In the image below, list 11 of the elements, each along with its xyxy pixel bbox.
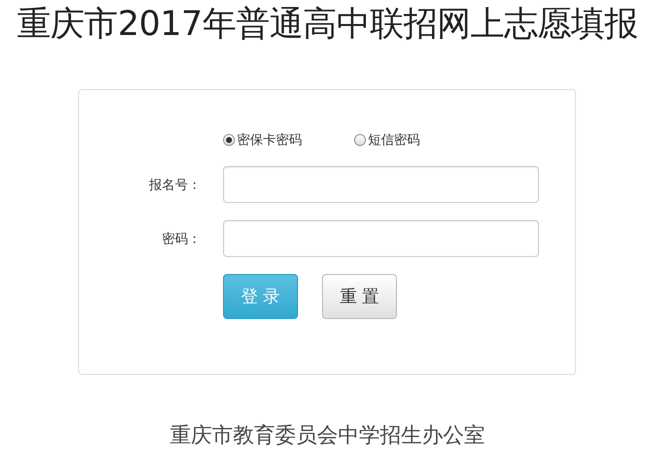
radio-button[interactable] xyxy=(354,134,366,146)
field-label: 密码： xyxy=(161,230,201,248)
radio-label[interactable]: 密保卡密码 xyxy=(237,131,302,149)
radio-label[interactable]: 短信密码 xyxy=(368,131,420,149)
reset-button[interactable]: 重 置 xyxy=(322,274,397,319)
page-title: 重庆市2017年普通高中联招网上志愿填报 xyxy=(17,3,638,44)
field-label: 报名号： xyxy=(148,176,201,194)
footer-text: 重庆市教育委员会中学招生办公室 xyxy=(169,422,486,449)
input-field[interactable] xyxy=(223,220,539,257)
radio-button[interactable] xyxy=(223,134,235,146)
input-field[interactable] xyxy=(223,166,539,203)
